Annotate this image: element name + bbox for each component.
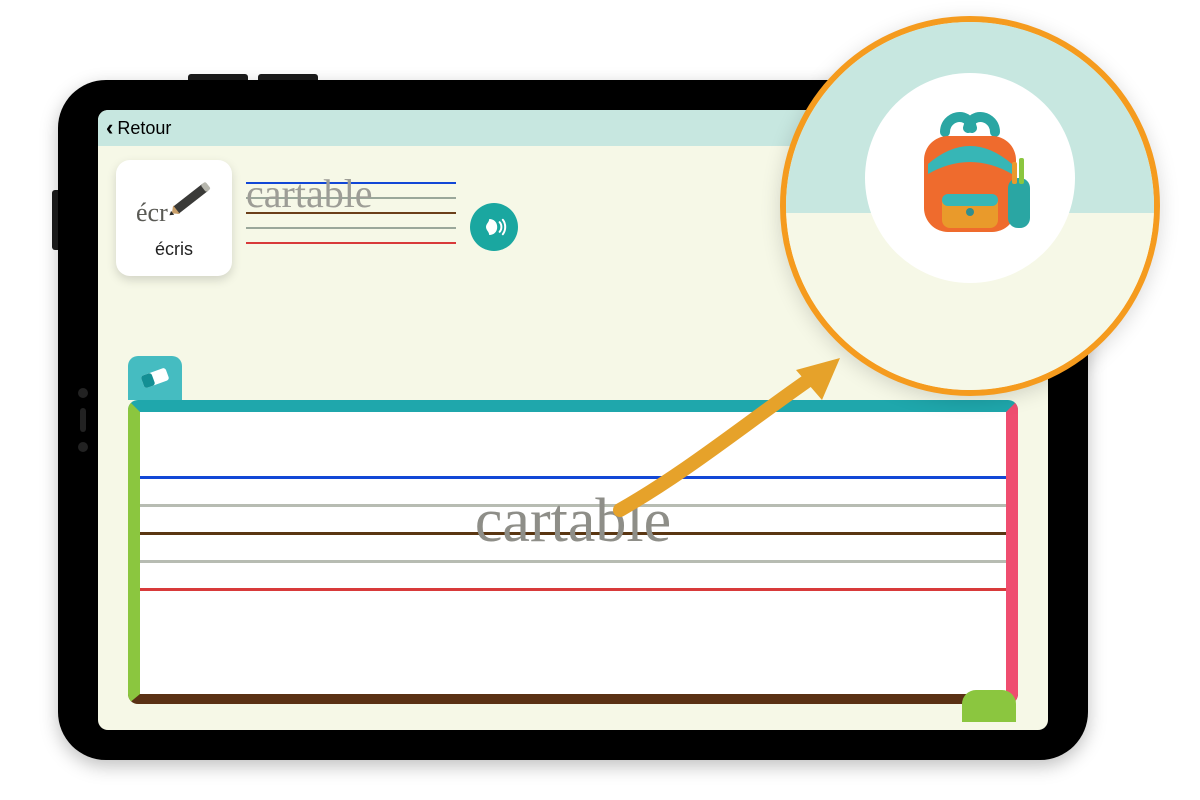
mode-card-label: écris [155,239,193,260]
pencil-icon: écr [134,177,214,233]
model-word-panel: cartable [246,160,456,250]
guide-line [246,227,456,229]
guide-line [140,476,1006,479]
physical-button [258,74,318,80]
physical-button [52,190,58,250]
writing-area-wrap: cartable [98,400,1048,730]
chevron-left-icon: ‹ [106,115,113,141]
practice-word-text: cartable [475,486,671,557]
backpack-badge[interactable] [865,73,1075,283]
guide-line [140,588,1006,591]
back-button[interactable]: ‹ Retour [106,115,171,141]
eraser-button[interactable] [128,356,182,400]
camera-cluster [76,388,90,452]
guide-line [140,560,1006,563]
model-word-text: cartable [246,174,373,214]
next-button[interactable] [962,690,1016,722]
writing-area[interactable]: cartable [128,400,1018,704]
speak-button[interactable] [470,203,518,251]
callout-bubble [780,16,1160,396]
guide-line [246,242,456,244]
eraser-icon [136,364,174,392]
svg-text:écr: écr [136,198,168,227]
mode-card-write[interactable]: écr écris [116,160,232,276]
speak-icon [478,211,510,243]
backpack-icon [890,98,1050,258]
physical-button [188,74,248,80]
back-label: Retour [117,118,171,139]
callout-header-area [786,22,1154,213]
